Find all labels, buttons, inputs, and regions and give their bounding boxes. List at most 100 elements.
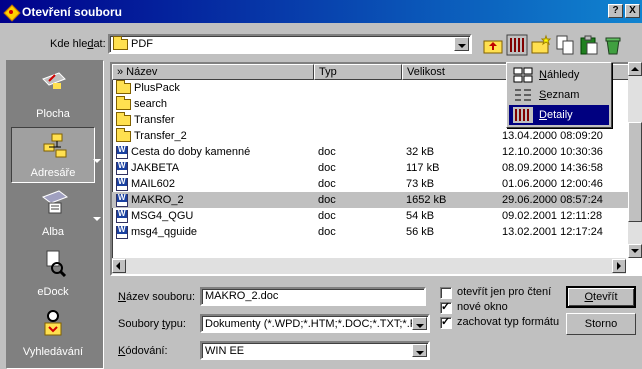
table-row[interactable]: MAKRO_2 doc 1652 kB 29.06.2000 08:57:24 xyxy=(112,192,632,208)
menu-item-seznam[interactable]: Seznam xyxy=(509,85,609,105)
word-document-icon xyxy=(116,177,128,191)
scroll-thumb[interactable] xyxy=(628,122,642,222)
edock-icon xyxy=(46,250,67,277)
sidebar-dropdown-icon[interactable] xyxy=(93,215,101,223)
column-header-size[interactable]: Velikost xyxy=(402,64,512,80)
folder-icon xyxy=(116,111,131,126)
new-window-label: nové okno xyxy=(457,301,508,313)
cell-type: doc xyxy=(318,192,336,208)
cancel-button[interactable]: Storno xyxy=(566,313,636,335)
table-row[interactable]: Transfer_2 13.04.2000 08:09:20 xyxy=(112,127,632,144)
scroll-up-button[interactable] xyxy=(628,62,642,76)
copy-icon[interactable] xyxy=(554,34,576,56)
window-title: Otevření souboru xyxy=(22,4,123,19)
sidebar-dropdown-icon[interactable] xyxy=(93,157,101,165)
word-document-icon xyxy=(116,225,128,239)
cell-text: 13.04.2000 08:09:20 xyxy=(502,130,603,142)
word-document-icon xyxy=(116,145,128,159)
app-icon xyxy=(4,5,18,19)
search-icon xyxy=(44,310,62,336)
cell-date: 13.04.2000 08:09:20 xyxy=(502,128,603,144)
sidebar-label: Plocha xyxy=(36,108,70,120)
sidebar-label: eDock xyxy=(37,286,69,298)
column-header-name[interactable]: » Název xyxy=(112,64,314,80)
sidebar-item-vyhledavani[interactable]: Vyhledávání xyxy=(11,305,95,361)
encoding-dropdown-button[interactable] xyxy=(412,344,427,357)
cell-size: 32 kB xyxy=(406,144,434,160)
scroll-right-button[interactable] xyxy=(612,259,626,273)
cell-name: search xyxy=(116,95,167,112)
cell-text: msg4_qguide xyxy=(131,226,198,238)
close-button[interactable]: X xyxy=(625,4,640,18)
word-document-icon xyxy=(116,193,128,207)
keep-format-checkbox[interactable] xyxy=(440,315,452,329)
cell-name: MAIL602 xyxy=(116,176,175,192)
cell-text: JAKBETA xyxy=(131,162,180,174)
scroll-down-button[interactable] xyxy=(628,244,642,258)
list-view-icon xyxy=(515,89,531,101)
look-in-dropdown-button[interactable] xyxy=(454,37,469,51)
delete-icon[interactable] xyxy=(602,34,624,56)
cell-text: Transfer xyxy=(134,114,175,126)
vertical-scrollbar[interactable] xyxy=(628,62,642,258)
cell-text: 32 kB xyxy=(406,146,435,158)
cell-name: Transfer xyxy=(116,111,175,128)
up-folder-icon[interactable] xyxy=(482,34,504,56)
cell-name: msg4_qguide xyxy=(116,224,197,240)
new-folder-icon[interactable] xyxy=(530,34,552,56)
cell-size: 1652 kB xyxy=(406,192,446,208)
view-menu: Náhledy Seznam Detaily xyxy=(506,62,612,128)
desktop-icon xyxy=(42,72,66,89)
cell-date: 01.06.2000 12:00:46 xyxy=(502,176,603,192)
table-row[interactable]: MSG4_QGU doc 54 kB 09.02.2001 12:11:28 xyxy=(112,208,632,224)
readonly-checkbox[interactable] xyxy=(440,287,452,299)
look-in-value: PDF xyxy=(131,38,153,50)
cell-size: 117 kB xyxy=(406,160,439,176)
details-view-icon xyxy=(513,107,533,123)
look-in-label: Kde hledat: xyxy=(50,38,106,50)
table-row[interactable]: Cesta do doby kamenné doc 32 kB 12.10.2000 … xyxy=(112,144,632,160)
folder-icon xyxy=(116,95,131,110)
cell-text: PlusPack xyxy=(134,82,180,94)
cell-type: doc xyxy=(318,224,336,240)
cell-type: doc xyxy=(318,160,336,176)
table-row[interactable]: MAIL602 doc 73 kB 01.06.2000 12:00:46 xyxy=(112,176,632,192)
cell-name: JAKBETA xyxy=(116,160,179,176)
cell-date: 12.10.2000 10:30:36 xyxy=(502,144,603,160)
encoding-select[interactable]: WIN EE xyxy=(200,341,430,360)
column-header-type[interactable]: Typ xyxy=(314,64,402,80)
cell-date: 29.06.2000 08:57:24 xyxy=(502,192,603,208)
cell-text: doc xyxy=(318,146,336,158)
filetype-select[interactable]: Dokumenty (*.WPD;*.HTM;*.DOC;*.TXT;*.F xyxy=(200,314,430,333)
cell-text: MAKRO_2 xyxy=(131,194,184,206)
paste-icon[interactable] xyxy=(578,34,600,56)
cell-text: MAIL602 xyxy=(131,178,176,190)
scroll-left-button[interactable] xyxy=(112,259,126,273)
sidebar-item-plocha[interactable]: Plocha xyxy=(11,67,95,123)
horizontal-scrollbar[interactable] xyxy=(112,258,626,274)
sidebar-item-edock[interactable]: eDock xyxy=(11,245,95,301)
sidebar-item-adresare[interactable]: Adresáře xyxy=(11,127,95,183)
filetype-label: Soubory typu: xyxy=(118,318,186,330)
sidebar-item-alba[interactable]: Alba xyxy=(11,185,95,241)
table-row[interactable]: msg4_qguide doc 56 kB 13.02.2001 12:17:24 xyxy=(112,224,632,240)
places-sidebar: Plocha Adresáře Alba eDock Vyhledávání xyxy=(6,60,104,369)
look-in-combo[interactable]: PDF xyxy=(108,34,472,54)
open-button[interactable]: Otevřít xyxy=(566,286,636,308)
new-window-checkbox[interactable] xyxy=(440,300,452,314)
details-view-icon[interactable] xyxy=(506,34,528,56)
menu-item-nahledy[interactable]: Náhledy xyxy=(509,65,609,85)
table-row[interactable]: JAKBETA doc 117 kB 08.09.2000 14:36:58 xyxy=(112,160,632,176)
filename-label: Název souboru: xyxy=(118,291,196,303)
cell-text: doc xyxy=(318,194,336,206)
cell-text: doc xyxy=(318,210,336,222)
filename-input[interactable]: MAKRO_2.doc xyxy=(200,287,426,306)
encoding-label: Kódování: xyxy=(118,345,168,357)
cell-text: 73 kB xyxy=(406,178,435,190)
cell-date: 09.02.2001 12:11:28 xyxy=(502,208,602,224)
cell-text: 29.06.2000 08:57:24 xyxy=(502,194,603,206)
menu-item-detaily[interactable]: Detaily xyxy=(509,105,609,125)
help-button[interactable]: ? xyxy=(608,4,623,18)
folder-icon xyxy=(113,35,128,50)
filetype-dropdown-button[interactable] xyxy=(412,317,427,330)
